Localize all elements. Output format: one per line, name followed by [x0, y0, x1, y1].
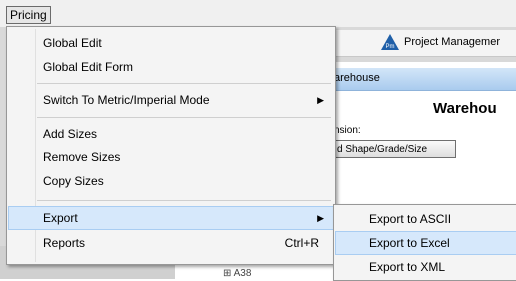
menu-item-label: Remove Sizes	[43, 150, 121, 164]
menu-separator	[37, 117, 331, 118]
submenu-item-export-xml[interactable]: Export to XML	[336, 256, 516, 278]
shape-grade-size-button[interactable]: d Shape/Grade/Size	[332, 140, 456, 158]
menubar: Pricing	[0, 0, 516, 28]
menu-item-add-sizes[interactable]: Add Sizes	[9, 123, 333, 145]
svg-text:Pm: Pm	[386, 44, 395, 50]
menu-item-label: Global Edit Form	[43, 60, 134, 74]
submenu-item-export-excel[interactable]: Export to Excel	[335, 231, 516, 255]
menu-pricing[interactable]: Pricing	[6, 6, 51, 24]
submenu-item-export-ascii[interactable]: Export to ASCII	[336, 208, 516, 230]
menu-item-export[interactable]: Export ▶	[8, 206, 334, 230]
panel-title: Warehou	[433, 100, 497, 117]
menu-separator	[37, 200, 331, 201]
panel-header: arehouse	[334, 68, 516, 91]
menu-item-label: Add Sizes	[43, 127, 98, 141]
export-submenu: Export to ASCII Export to Excel Export t…	[333, 204, 516, 281]
dimension-label: nsion:	[334, 125, 361, 136]
pricing-menu: Global Edit Global Edit Form Switch To M…	[6, 26, 336, 265]
panel-header-label: arehouse	[334, 72, 380, 84]
app-title: Project Managemer	[404, 36, 500, 48]
menu-item-label: Global Edit	[43, 36, 102, 50]
submenu-item-label: Export to Excel	[369, 236, 450, 250]
menu-separator	[37, 83, 331, 84]
menu-item-label: Switch To Metric/Imperial Mode	[43, 93, 210, 107]
menu-item-shortcut: Ctrl+R	[284, 236, 319, 250]
menu-item-global-edit-form[interactable]: Global Edit Form	[9, 56, 333, 78]
menu-item-label: Reports	[43, 236, 86, 250]
submenu-item-label: Export to XML	[369, 260, 446, 274]
submenu-arrow-icon: ▶	[317, 95, 324, 105]
menu-item-reports[interactable]: Reports Ctrl+R	[9, 232, 333, 254]
menu-item-label: Copy Sizes	[43, 174, 104, 188]
app-toolbar: Pm Project Managemer	[334, 30, 516, 57]
menu-item-copy-sizes[interactable]: Copy Sizes	[9, 170, 333, 192]
menu-item-remove-sizes[interactable]: Remove Sizes	[9, 146, 333, 168]
menu-item-label: Export	[43, 211, 78, 225]
tree-node-child[interactable]: ⊞ A38	[223, 268, 251, 279]
submenu-arrow-icon: ▶	[317, 213, 324, 223]
submenu-item-label: Export to ASCII	[369, 212, 452, 226]
menu-item-switch-units[interactable]: Switch To Metric/Imperial Mode ▶	[9, 89, 333, 111]
pm-logo-icon: Pm	[381, 34, 399, 50]
menu-item-global-edit[interactable]: Global Edit	[9, 32, 333, 54]
